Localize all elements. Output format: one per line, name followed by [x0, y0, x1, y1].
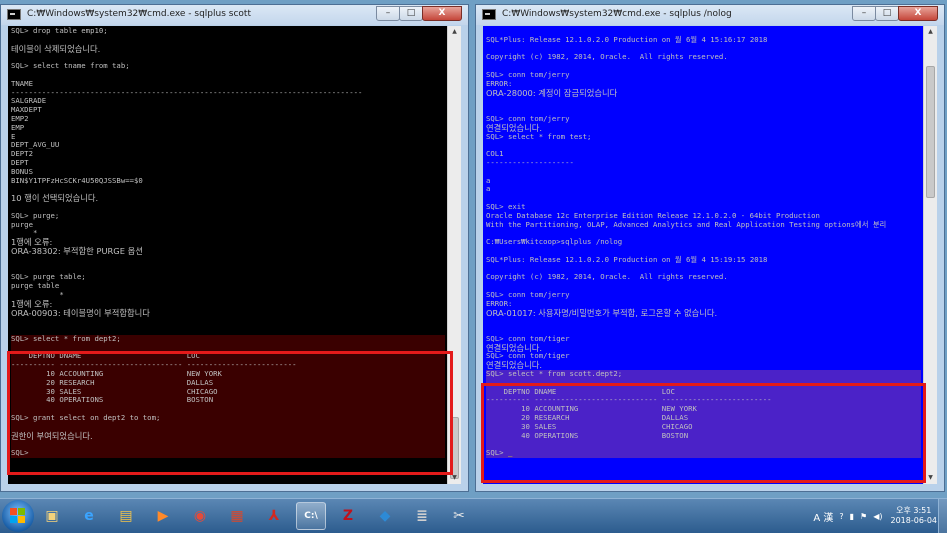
- console-line: SQL> conn tom/jerry: [486, 289, 570, 299]
- scroll-up-arrow-icon[interactable]: ▲: [924, 26, 937, 38]
- console-line: SQL> select tname from tab;: [11, 61, 130, 71]
- console-line: E: [11, 131, 16, 141]
- clock-time: 오후 3:51: [896, 506, 932, 515]
- pdf-icon[interactable]: ⅄: [259, 502, 289, 530]
- console-line: SQL> conn tom/tiger: [486, 351, 570, 361]
- cmd-window-icon: [7, 9, 21, 20]
- left-highlight-box: [7, 351, 453, 475]
- windows-explorer-icon[interactable]: ▣: [37, 502, 67, 530]
- console-line: DEPT_AVG_UU: [11, 140, 60, 150]
- vscode-icon[interactable]: ◆: [370, 502, 400, 530]
- windows-logo-icon: [10, 508, 25, 523]
- presentation-icon[interactable]: ▦: [222, 502, 252, 530]
- console-line: ORA-28000: 계정이 잠금되었습니다: [486, 87, 618, 98]
- right-window-title: C:₩Windows₩system32₩cmd.exe - sqlplus /n…: [502, 9, 732, 19]
- db-tool-icon[interactable]: ≣: [407, 502, 437, 530]
- network-icon[interactable]: ▮: [850, 512, 854, 521]
- clock[interactable]: 오후 3:51 2018-06-04: [891, 506, 938, 526]
- console-line: a: [486, 175, 491, 185]
- console-line: ORA-38302: 부적합한 PURGE 옵션: [11, 245, 143, 256]
- right-scroll-thumb[interactable]: [926, 66, 935, 198]
- system-tray: A 漢 ? ▮ ⚑ ◀) 오후 3:51 2018-06-04: [813, 499, 937, 533]
- right-window-titlebar[interactable]: C:₩Windows₩system32₩cmd.exe - sqlplus /n…: [476, 5, 944, 25]
- console-line: --------------------: [486, 157, 574, 167]
- maximize-button[interactable]: □: [875, 6, 899, 21]
- console-line: SQL*Plus: Release 12.1.0.2.0 Production …: [486, 254, 768, 264]
- close-button[interactable]: X: [422, 6, 462, 21]
- minimize-button[interactable]: –: [852, 6, 876, 21]
- taskbar: ▣ e ▤ ▶ ◉ ▦ ⅄ C:\ Z ◆ ≣ ✂ A 漢 ? ▮ ⚑ ◀) 오후 3:51 2018…: [0, 498, 947, 533]
- console-line: SQL> conn tom/jerry: [486, 113, 570, 123]
- maximize-button[interactable]: □: [399, 6, 423, 21]
- console-line: SQL> drop table emp10;: [11, 26, 108, 35]
- start-button[interactable]: [2, 500, 34, 532]
- ie-icon[interactable]: e: [74, 502, 104, 530]
- clock-date: 2018-06-04: [890, 516, 938, 525]
- console-line: DEPT2: [11, 149, 33, 159]
- console-line: SALGRADE: [11, 96, 47, 106]
- console-line: SQL> conn tom/tiger: [486, 333, 570, 343]
- volume-icon[interactable]: ◀): [873, 512, 882, 521]
- console-line: EMP: [11, 122, 25, 132]
- console-line: With the Partitioning, OLAP, Advanced An…: [486, 219, 887, 229]
- console-line: C:₩Users₩kitcoop>sqlplus /nolog: [486, 237, 623, 247]
- console-line: SQL> select * from dept2;: [11, 334, 445, 344]
- console-line: purge table: [11, 281, 60, 291]
- cmd-icon[interactable]: C:\: [296, 502, 326, 530]
- minimize-button[interactable]: –: [376, 6, 400, 21]
- media-player-icon[interactable]: ▶: [148, 502, 178, 530]
- scroll-up-arrow-icon[interactable]: ▲: [448, 26, 461, 38]
- console-line: SQL> select * from scott.dept2;: [486, 369, 921, 379]
- console-line: purge: [11, 219, 33, 229]
- ime-indicator[interactable]: A 漢: [813, 509, 833, 524]
- console-line: MAXDEPT: [11, 105, 42, 115]
- console-line: SQL> conn tom/jerry: [486, 69, 570, 79]
- console-line: *: [11, 289, 64, 299]
- console-line: Copyright (c) 1982, 2014, Oracle. All ri…: [486, 272, 728, 282]
- show-desktop-button[interactable]: [938, 499, 947, 533]
- cmd-window-icon: [482, 9, 496, 20]
- console-line: ----------------------------------------…: [11, 87, 363, 97]
- console-line: SQL> purge table;: [11, 272, 86, 282]
- console-line: 테이블이 삭제되었습니다.: [11, 43, 101, 54]
- console-line: DEPT: [11, 157, 29, 167]
- console-line: *: [11, 228, 38, 238]
- console-line: ORA-01017: 사용자명/비밀번호가 부적합, 로그온할 수 없습니다.: [486, 307, 718, 318]
- chrome-icon[interactable]: ◉: [185, 502, 215, 530]
- folder-icon[interactable]: ▤: [111, 502, 141, 530]
- console-line: BIN$Y1TPFzHcSCKr4U50QJSSBw==$0: [11, 175, 143, 185]
- console-line: a: [486, 184, 491, 194]
- console-line: 10 행이 선택되었습니다.: [11, 193, 99, 204]
- console-line: SQL> select * from test;: [486, 131, 592, 141]
- flag-icon[interactable]: ⚑: [860, 512, 867, 521]
- filezilla-icon[interactable]: Z: [333, 502, 363, 530]
- right-highlight-box: [481, 383, 926, 483]
- console-line: Copyright (c) 1982, 2014, Oracle. All ri…: [486, 52, 728, 62]
- left-window-titlebar[interactable]: C:₩Windows₩system32₩cmd.exe - sqlplus sc…: [1, 5, 468, 25]
- help-icon[interactable]: ?: [839, 512, 843, 521]
- console-line: ORA-00903: 테이블명이 부적합합니다: [11, 307, 150, 318]
- console-line: SQL*Plus: Release 12.1.0.2.0 Production …: [486, 34, 768, 44]
- console-line: EMP2: [11, 113, 29, 123]
- console-line: SQL> purge;: [11, 210, 60, 220]
- left-window-title: C:₩Windows₩system32₩cmd.exe - sqlplus sc…: [27, 9, 251, 19]
- snipping-tool-icon[interactable]: ✂: [444, 502, 474, 530]
- close-button[interactable]: X: [898, 6, 938, 21]
